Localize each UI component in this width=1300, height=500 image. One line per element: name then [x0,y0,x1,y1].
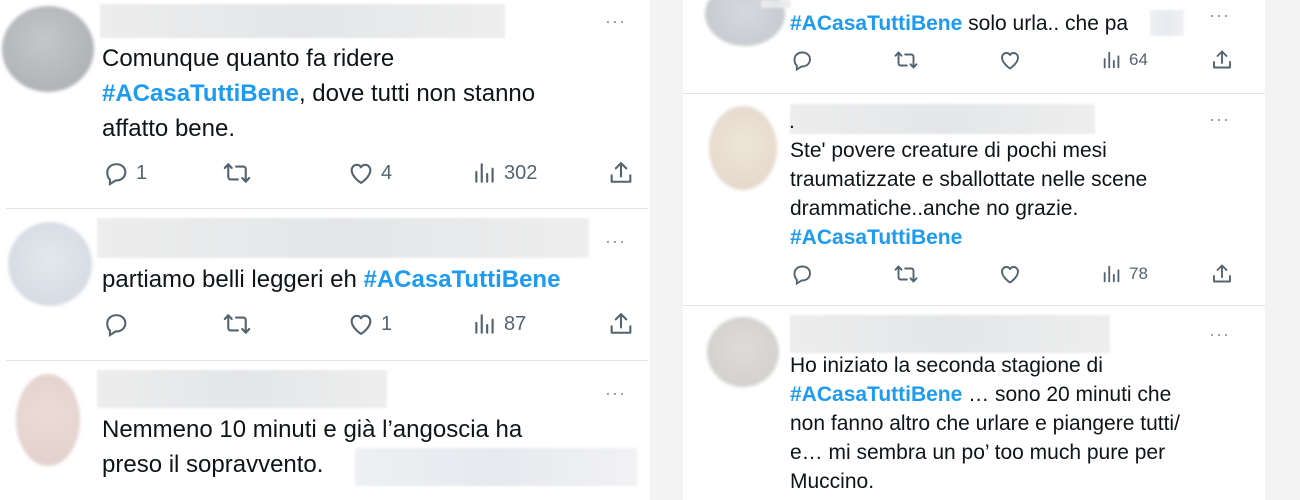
views-button[interactable]: 78 [1101,262,1148,286]
views-count: 87 [504,312,527,335]
tweet-card[interactable]: ··· Ho iniziato la seconda stagione di #… [683,309,1265,500]
retweet-icon [894,265,918,283]
retweet-icon [223,163,251,183]
reply-icon [793,51,811,72]
avatar[interactable] [2,6,94,92]
tweet-text: partiamo belli leggeri eh #ACasaTuttiBen… [102,266,561,293]
tweet-text: Ste' povere creature di pochi mesi traum… [790,139,1148,249]
like-icon [350,163,372,184]
share-icon [610,313,632,334]
author-name-redacted[interactable] [97,218,589,258]
avatar[interactable] [16,374,80,466]
tweet-divider [6,208,648,209]
like-button[interactable] [998,262,1022,286]
avatar[interactable] [8,222,92,306]
views-button[interactable]: 64 [1101,48,1148,72]
like-icon [1001,52,1019,70]
author-name-redacted[interactable] [761,0,791,8]
tweet-actions: 1 87 [102,310,637,340]
tweet-card[interactable]: ··· Comunque quanto fa ridere #ACasaTutt… [0,0,650,205]
views-count: 78 [1129,264,1148,283]
more-options-icon[interactable]: ··· [605,384,626,402]
reply-button[interactable] [790,262,814,286]
hashtag-link[interactable]: #ACasaTuttiBene [790,383,962,406]
tweet-divider [683,305,1265,306]
tweet-actions: 64 [790,48,1240,78]
more-options-icon[interactable]: ··· [605,12,626,30]
retweet-button[interactable] [222,310,252,338]
tweet-divider [683,93,1265,94]
tweet-card[interactable]: ··· partiamo belli leggeri eh #ACasaTutt… [0,212,650,357]
retweet-icon [223,314,251,334]
tweet-divider [6,360,648,361]
views-icon [475,163,494,183]
retweet-icon [894,51,918,69]
reply-icon [106,314,127,338]
views-icon [1103,51,1120,69]
like-button[interactable]: 4 [347,159,392,187]
views-button[interactable]: 87 [472,310,526,338]
reply-button[interactable] [102,310,130,338]
reply-icon [793,265,811,286]
tweet-actions: 78 [790,262,1240,292]
author-name-redacted[interactable] [790,315,1110,353]
tweet-card[interactable]: ··· #ACasaTuttiBene solo urla.. che pa 6… [683,0,1265,92]
hashtag-link[interactable]: #ACasaTuttiBene [363,266,560,293]
tweet-actions: 1 4 302 [102,159,637,189]
share-icon [1213,50,1231,69]
hashtag-link[interactable]: #ACasaTuttiBene [790,12,962,35]
views-count: 302 [504,161,538,184]
retweet-button[interactable] [222,159,252,187]
reply-button[interactable] [790,48,814,72]
redacted-content [1150,10,1184,36]
tweet-card[interactable]: . ··· Ste' povere creature di pochi mesi… [683,96,1265,304]
share-button[interactable] [1210,262,1234,286]
views-button[interactable]: 302 [472,159,537,187]
more-options-icon[interactable]: ··· [1209,325,1230,343]
avatar[interactable] [709,106,777,190]
author-name-redacted[interactable] [97,370,387,408]
hashtag-link[interactable]: #ACasaTuttiBene [790,226,962,249]
reply-icon [106,163,127,187]
reply-count: 1 [136,161,148,184]
tweet-card[interactable]: ··· Nemmeno 10 minuti e già l’angoscia h… [0,364,650,500]
author-handle: . [789,110,795,133]
views-icon [1103,265,1120,283]
column-gap [650,0,683,500]
avatar[interactable] [707,317,779,387]
like-count: 4 [381,161,393,184]
author-name-redacted[interactable] [100,4,505,38]
redacted-content [355,448,637,486]
timeline-right: ··· #ACasaTuttiBene solo urla.. che pa 6… [683,0,1265,500]
share-button[interactable] [1210,48,1234,72]
timeline-left: ··· Comunque quanto fa ridere #ACasaTutt… [0,0,650,500]
like-count: 1 [381,312,393,335]
like-icon [350,314,372,335]
author-name-redacted[interactable] [790,104,1095,134]
more-options-icon[interactable]: ··· [1209,110,1230,128]
like-button[interactable]: 1 [347,310,392,338]
share-button[interactable] [607,159,635,187]
share-icon [610,162,632,183]
views-count: 64 [1129,50,1148,69]
retweet-button[interactable] [893,48,919,72]
hashtag-link[interactable]: #ACasaTuttiBene [102,80,299,107]
share-icon [1213,264,1231,283]
like-button[interactable] [998,48,1022,72]
like-icon [1001,266,1019,284]
reply-button[interactable]: 1 [102,159,147,187]
more-options-icon[interactable]: ··· [605,232,626,250]
views-icon [475,314,494,334]
tweet-text: Ho iniziato la seconda stagione di #ACas… [790,354,1180,493]
tweet-text: Comunque quanto fa ridere #ACasaTuttiBen… [102,45,536,142]
share-button[interactable] [607,310,635,338]
retweet-button[interactable] [893,262,919,286]
